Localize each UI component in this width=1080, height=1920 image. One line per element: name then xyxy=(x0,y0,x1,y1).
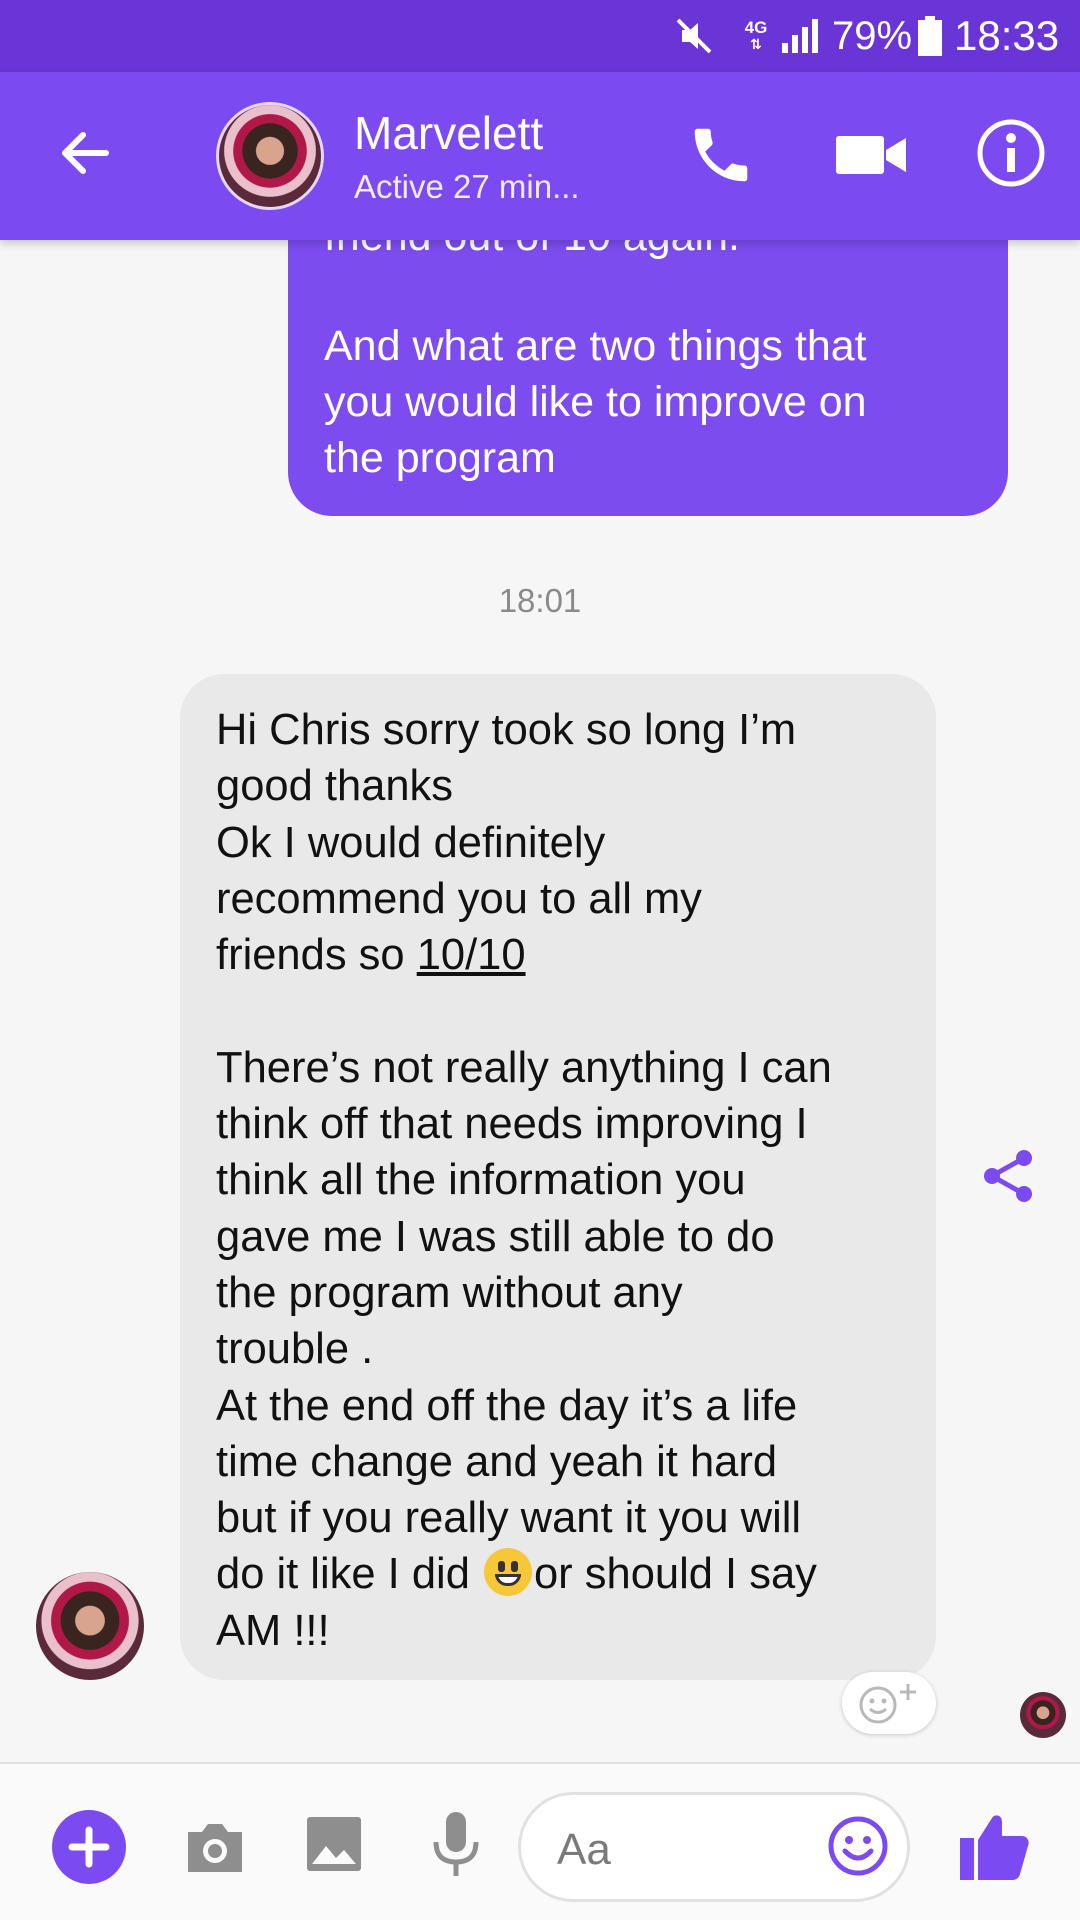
battery-percent: 79% xyxy=(832,13,913,58)
camera-icon[interactable] xyxy=(182,1814,248,1880)
clock: 18:33 xyxy=(954,12,1060,59)
sender-avatar[interactable] xyxy=(36,1572,144,1680)
gallery-icon[interactable] xyxy=(304,1814,364,1874)
network-type: 4G ⇅ xyxy=(744,18,768,52)
received-message-text: Hi Chris sorry took so long I’m good tha… xyxy=(216,702,900,1659)
emoji-icon[interactable] xyxy=(827,1815,889,1877)
received-text-part2: There’s not really anything I can think … xyxy=(216,1043,832,1599)
sent-message-text: And what are two things that you would l… xyxy=(324,322,867,482)
battery-icon xyxy=(918,0,944,72)
message-input[interactable]: Aa xyxy=(518,1792,910,1902)
contact-avatar[interactable] xyxy=(216,102,324,210)
message-composer: Aa xyxy=(0,1762,1080,1920)
microphone-icon[interactable] xyxy=(430,1808,482,1882)
message-input-placeholder: Aa xyxy=(557,1825,611,1874)
grinning-face-emoji-icon xyxy=(483,1548,532,1597)
mute-icon xyxy=(674,0,722,72)
chat-header: Marvelett Active 27 min... xyxy=(0,72,1080,240)
contact-name[interactable]: Marvelett xyxy=(354,106,543,160)
phone-icon[interactable] xyxy=(686,120,756,190)
contact-active-status: Active 27 min... xyxy=(354,168,580,205)
message-timestamp: 18:01 xyxy=(498,582,582,619)
video-camera-icon[interactable] xyxy=(832,120,912,190)
signal-icon xyxy=(782,0,822,72)
status-bar: 4G ⇅ 79% 18:33 xyxy=(0,0,1080,72)
received-text-score: 10/10 xyxy=(416,931,526,980)
share-icon[interactable] xyxy=(978,1146,1038,1206)
thumbs-up-icon[interactable] xyxy=(958,1804,1030,1884)
seen-receipt-avatar xyxy=(1020,1692,1066,1738)
received-message-bubble[interactable]: Hi Chris sorry took so long I’m good tha… xyxy=(180,674,936,1680)
plus-icon[interactable] xyxy=(52,1810,126,1884)
info-icon[interactable] xyxy=(974,116,1048,190)
add-reaction-icon[interactable] xyxy=(842,1672,936,1734)
back-arrow-icon[interactable] xyxy=(50,118,120,188)
